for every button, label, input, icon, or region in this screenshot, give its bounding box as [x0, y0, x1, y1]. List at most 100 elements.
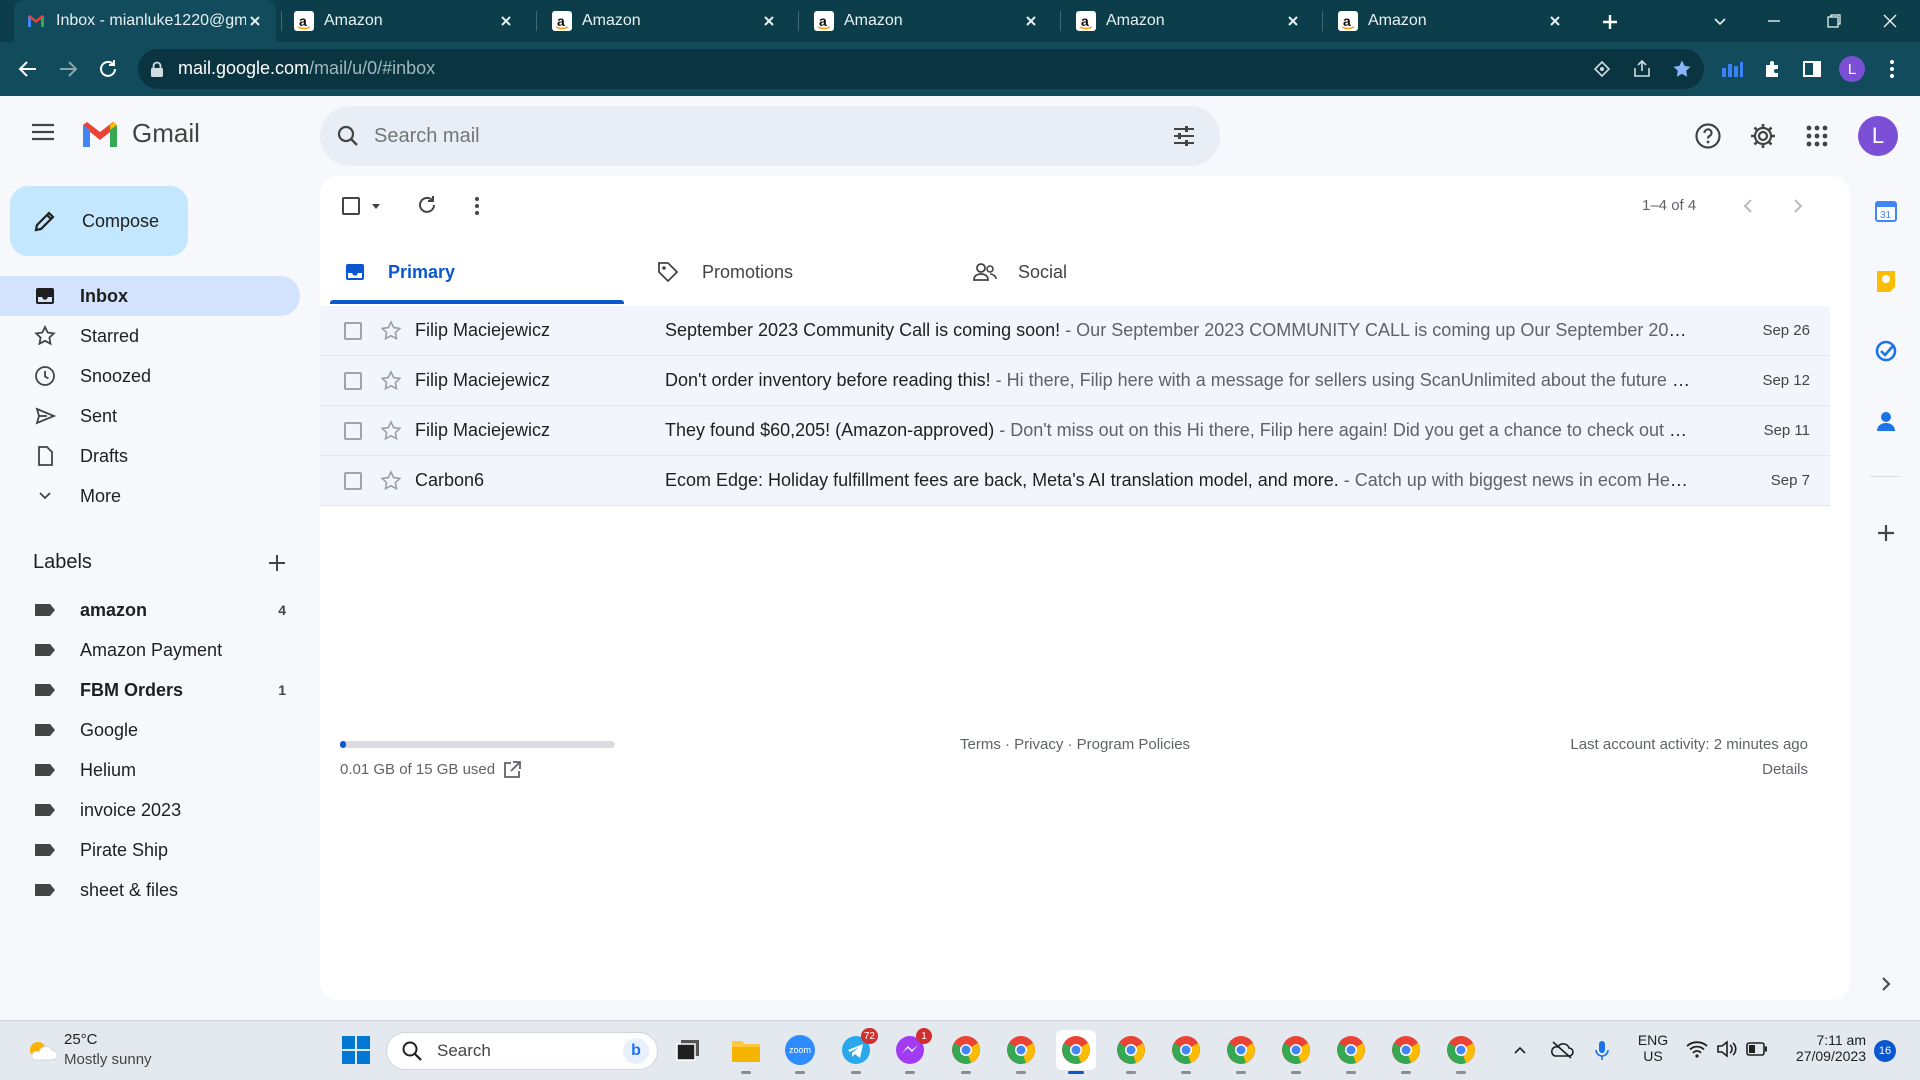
chrome-profile-9-icon[interactable] [1441, 1030, 1481, 1074]
close-tab-icon[interactable] [1284, 12, 1302, 30]
label-amazon-payment[interactable]: Amazon Payment [0, 630, 300, 670]
star-icon[interactable] [380, 319, 402, 342]
messenger-app-icon[interactable]: 1 [890, 1028, 932, 1074]
extension-chart-icon[interactable] [1718, 55, 1746, 83]
tab-social[interactable]: Social [962, 240, 1256, 304]
new-tab-button[interactable] [1596, 8, 1624, 36]
refresh-icon[interactable] [416, 194, 438, 216]
back-button[interactable] [14, 55, 42, 83]
close-tab-icon[interactable] [1546, 12, 1564, 30]
tab-amazon-4[interactable]: a Amazon [1064, 0, 1314, 42]
side-panel-icon[interactable] [1798, 55, 1826, 83]
zoom-app-icon[interactable]: zoom [780, 1030, 820, 1074]
share-icon[interactable] [1628, 55, 1656, 83]
site-settings-icon[interactable] [1588, 55, 1616, 83]
weather-sun-icon[interactable] [24, 1036, 56, 1066]
search-options-icon[interactable] [1172, 124, 1196, 148]
battery-icon[interactable] [1746, 1042, 1768, 1056]
label-fbm-orders[interactable]: FBM Orders 1 [0, 670, 300, 710]
chrome-profile-3-icon[interactable] [1111, 1030, 1151, 1074]
email-row[interactable]: Carbon6 Ecom Edge: Holiday fulfillment f… [320, 456, 1830, 506]
volume-icon[interactable] [1716, 1040, 1738, 1058]
compose-button[interactable]: Compose [10, 186, 188, 256]
task-view-icon[interactable] [668, 1030, 708, 1070]
restore-button[interactable] [1806, 0, 1862, 42]
open-in-new-icon[interactable] [502, 760, 522, 780]
wifi-icon[interactable] [1686, 1040, 1708, 1058]
star-icon[interactable] [380, 419, 402, 442]
chrome-profile-4-icon[interactable] [1166, 1030, 1206, 1074]
notification-count-badge[interactable]: 16 [1874, 1040, 1896, 1062]
main-menu-button[interactable] [30, 122, 56, 142]
row-checkbox[interactable] [344, 371, 362, 390]
tab-primary[interactable]: Primary [330, 240, 624, 304]
bookmark-star-icon[interactable] [1668, 55, 1696, 83]
tab-amazon-1[interactable]: a Amazon [282, 0, 527, 42]
label-google[interactable]: Google [0, 710, 300, 750]
reload-button[interactable] [94, 55, 122, 83]
telegram-app-icon[interactable]: 72 [836, 1028, 878, 1074]
show-hidden-icons-icon[interactable] [1512, 1042, 1528, 1058]
profile-avatar[interactable]: L [1838, 55, 1866, 83]
show-side-panel-icon[interactable] [1871, 969, 1901, 999]
microphone-icon[interactable] [1594, 1040, 1610, 1062]
close-tab-icon[interactable] [497, 12, 515, 30]
close-tab-icon[interactable] [1022, 12, 1040, 30]
email-row[interactable]: Filip Maciejewicz September 2023 Communi… [320, 306, 1830, 356]
gmail-logo[interactable]: Gmail [80, 118, 200, 149]
help-icon[interactable] [1694, 122, 1722, 150]
chrome-profile-7-icon[interactable] [1331, 1030, 1371, 1074]
close-tab-icon[interactable] [760, 12, 778, 30]
row-checkbox[interactable] [344, 471, 362, 490]
file-explorer-icon[interactable] [726, 1030, 766, 1074]
start-button[interactable] [336, 1030, 376, 1070]
nav-item-sent[interactable]: Sent [0, 396, 300, 436]
select-dropdown-icon[interactable] [370, 200, 382, 212]
browser-menu-icon[interactable] [1878, 55, 1906, 83]
label-sheet-files[interactable]: sheet & files [0, 870, 300, 910]
forward-button[interactable] [54, 55, 82, 83]
lock-icon[interactable] [150, 61, 164, 77]
email-row[interactable]: Filip Maciejewicz They found $60,205! (A… [320, 406, 1830, 456]
details-link[interactable]: Details [1708, 761, 1808, 778]
contacts-icon[interactable] [1871, 406, 1901, 436]
search-icon[interactable] [336, 124, 360, 148]
chrome-profile-2-icon[interactable] [1001, 1030, 1041, 1074]
calendar-icon[interactable]: 31 [1871, 196, 1901, 226]
chrome-profile-1-icon[interactable] [946, 1030, 986, 1074]
tab-amazon-5[interactable]: a Amazon [1326, 0, 1576, 42]
create-label-button[interactable] [266, 552, 288, 574]
close-tab-icon[interactable] [246, 12, 264, 30]
chrome-profile-5-icon[interactable] [1221, 1030, 1261, 1074]
account-avatar[interactable]: L [1858, 116, 1898, 156]
row-checkbox[interactable] [344, 421, 362, 440]
close-window-button[interactable] [1862, 0, 1918, 42]
google-apps-icon[interactable] [1805, 124, 1829, 148]
tab-search-button[interactable] [1692, 0, 1748, 42]
nav-item-starred[interactable]: Starred [0, 316, 300, 356]
tasks-icon[interactable] [1871, 336, 1901, 366]
star-icon[interactable] [380, 369, 402, 392]
tab-gmail-inbox[interactable]: Inbox - mianluke1220@gm [14, 0, 276, 42]
chrome-profile-active-icon[interactable] [1056, 1030, 1096, 1074]
tab-amazon-2[interactable]: a Amazon [540, 0, 790, 42]
row-checkbox[interactable] [344, 321, 362, 340]
tab-promotions[interactable]: Promotions [646, 240, 940, 304]
get-addons-icon[interactable] [1871, 518, 1901, 548]
settings-gear-icon[interactable] [1749, 122, 1777, 150]
footer-links[interactable]: Terms · Privacy · Program Policies [960, 736, 1190, 753]
label-helium[interactable]: Helium [0, 750, 300, 790]
label-invoice-2023[interactable]: invoice 2023 [0, 790, 300, 830]
keep-icon[interactable] [1871, 266, 1901, 296]
language-indicator[interactable]: ENG US [1636, 1032, 1670, 1064]
newer-page-button[interactable] [1790, 196, 1806, 216]
label-pirate-ship[interactable]: Pirate Ship [0, 830, 300, 870]
search-input[interactable] [374, 118, 1154, 154]
url-text[interactable]: mail.google.com/mail/u/0/#inbox [178, 58, 435, 79]
label-amazon[interactable]: amazon 4 [0, 590, 300, 630]
clock[interactable]: 7:11 am 27/09/2023 [1776, 1032, 1866, 1064]
older-page-button[interactable] [1740, 196, 1756, 216]
more-options-icon[interactable] [474, 196, 480, 216]
star-icon[interactable] [380, 469, 402, 492]
select-all-checkbox[interactable] [342, 197, 360, 215]
